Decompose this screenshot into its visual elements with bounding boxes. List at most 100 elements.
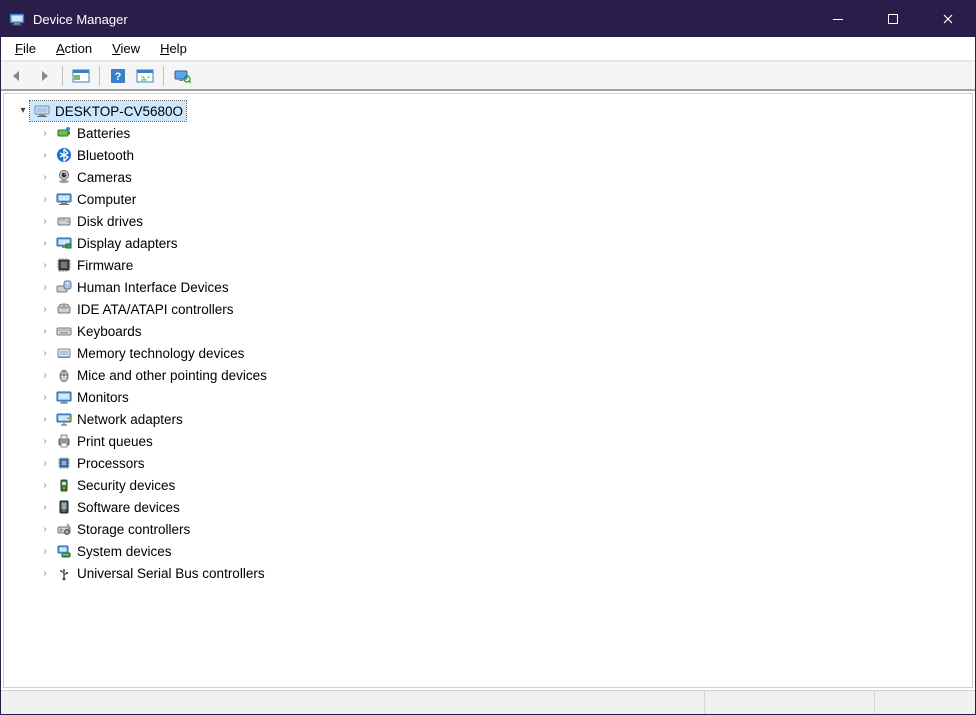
tree-node-label: Software devices xyxy=(77,500,180,515)
window-title: Device Manager xyxy=(33,12,810,27)
menu-action[interactable]: Action xyxy=(48,39,100,58)
expander-icon[interactable]: › xyxy=(38,304,52,315)
expander-icon[interactable]: › xyxy=(38,502,52,513)
expander-icon[interactable]: › xyxy=(38,370,52,381)
monitor-icon xyxy=(55,388,73,406)
status-cell xyxy=(705,691,875,714)
toolbar-monitors-button[interactable] xyxy=(170,64,194,88)
expander-icon[interactable]: › xyxy=(38,216,52,227)
tree-node-label: Firmware xyxy=(77,258,133,273)
tree-node[interactable]: › Batteries xyxy=(8,122,968,144)
expander-icon[interactable]: › xyxy=(38,348,52,359)
software-icon xyxy=(55,498,73,516)
battery-icon xyxy=(55,124,73,142)
tree-node[interactable]: › Disk drives xyxy=(8,210,968,232)
ide-icon xyxy=(55,300,73,318)
status-cell xyxy=(1,691,705,714)
storage-icon xyxy=(55,520,73,538)
tree-node[interactable]: › Processors xyxy=(8,452,968,474)
menu-help[interactable]: Help xyxy=(152,39,195,58)
tree-node[interactable]: › Cameras xyxy=(8,166,968,188)
expander-icon[interactable]: › xyxy=(38,524,52,535)
tree-node[interactable]: › System devices xyxy=(8,540,968,562)
menu-view[interactable]: View xyxy=(104,39,148,58)
expander-icon[interactable]: › xyxy=(38,458,52,469)
menu-file[interactable]: File xyxy=(7,39,44,58)
tree-node[interactable]: › Bluetooth xyxy=(8,144,968,166)
tree-node-label: Universal Serial Bus controllers xyxy=(77,566,265,581)
security-icon xyxy=(55,476,73,494)
maximize-button[interactable] xyxy=(865,1,920,37)
tree-node-label: Processors xyxy=(77,456,145,471)
keyboard-icon xyxy=(55,322,73,340)
tree-node[interactable]: › Firmware xyxy=(8,254,968,276)
toolbar-back-button[interactable] xyxy=(5,64,29,88)
expander-icon[interactable]: › xyxy=(38,282,52,293)
tree-node[interactable]: › Display adapters xyxy=(8,232,968,254)
tree-root-node[interactable]: ▾ DESKTOP-CV5680O xyxy=(8,100,968,122)
expander-icon[interactable]: › xyxy=(38,326,52,337)
tree-node-label: Memory technology devices xyxy=(77,346,244,361)
tree-node-label: Keyboards xyxy=(77,324,142,339)
statusbar xyxy=(1,690,975,714)
toolbar-show-hide-tree-button[interactable] xyxy=(69,64,93,88)
svg-text:?: ? xyxy=(115,71,122,83)
tree-node[interactable]: › Human Interface Devices xyxy=(8,276,968,298)
tree-node-label: IDE ATA/ATAPI controllers xyxy=(77,302,234,317)
expander-icon[interactable]: › xyxy=(38,194,52,205)
device-tree[interactable]: ▾ DESKTOP-CV5680O › Batteries › Bluetoot… xyxy=(3,93,973,688)
tree-node[interactable]: › Monitors xyxy=(8,386,968,408)
tree-node-label: Batteries xyxy=(77,126,130,141)
device-manager-app-icon xyxy=(9,11,25,27)
tree-node[interactable]: › Universal Serial Bus controllers xyxy=(8,562,968,584)
computer-root-icon xyxy=(33,102,51,120)
tree-node-label: System devices xyxy=(77,544,172,559)
tree-node[interactable]: › Print queues xyxy=(8,430,968,452)
tree-node[interactable]: › IDE ATA/ATAPI controllers xyxy=(8,298,968,320)
expander-icon[interactable]: › xyxy=(38,480,52,491)
tree-node[interactable]: › Storage controllers xyxy=(8,518,968,540)
tree-node-label: Mice and other pointing devices xyxy=(77,368,267,383)
bluetooth-icon xyxy=(55,146,73,164)
status-cell xyxy=(875,691,975,714)
expander-icon[interactable]: › xyxy=(38,172,52,183)
expander-icon[interactable]: › xyxy=(38,392,52,403)
expander-icon[interactable]: › xyxy=(38,238,52,249)
toolbar-forward-button[interactable] xyxy=(32,64,56,88)
tree-node-label: DESKTOP-CV5680O xyxy=(55,104,183,119)
minimize-button[interactable] xyxy=(810,1,865,37)
tree-node[interactable]: › Memory technology devices xyxy=(8,342,968,364)
computer-icon xyxy=(55,190,73,208)
tree-node-label: Disk drives xyxy=(77,214,143,229)
tree-node-label: Network adapters xyxy=(77,412,183,427)
titlebar: Device Manager xyxy=(1,1,975,37)
tree-node[interactable]: › Computer xyxy=(8,188,968,210)
expander-icon[interactable]: › xyxy=(38,260,52,271)
tree-node[interactable]: › Network adapters xyxy=(8,408,968,430)
hid-icon xyxy=(55,278,73,296)
menubar: File Action View Help xyxy=(1,37,975,61)
tree-node[interactable]: › Mice and other pointing devices xyxy=(8,364,968,386)
tree-node[interactable]: › Software devices xyxy=(8,496,968,518)
printer-icon xyxy=(55,432,73,450)
camera-icon xyxy=(55,168,73,186)
expander-icon[interactable]: › xyxy=(38,546,52,557)
expander-icon[interactable]: › xyxy=(38,568,52,579)
tree-node[interactable]: › Keyboards xyxy=(8,320,968,342)
toolbar-separator xyxy=(163,66,164,86)
tree-node[interactable]: › Security devices xyxy=(8,474,968,496)
system-icon xyxy=(55,542,73,560)
expander-icon[interactable]: › xyxy=(38,436,52,447)
memory-icon xyxy=(55,344,73,362)
expander-icon[interactable]: › xyxy=(38,150,52,161)
toolbar-separator xyxy=(99,66,100,86)
close-button[interactable] xyxy=(920,1,975,37)
expander-icon[interactable]: › xyxy=(38,414,52,425)
tree-node-label: Bluetooth xyxy=(77,148,134,163)
expander-icon[interactable]: ▾ xyxy=(16,105,30,116)
usb-icon xyxy=(55,564,73,582)
firmware-icon xyxy=(55,256,73,274)
toolbar-help-button[interactable]: ? xyxy=(106,64,130,88)
toolbar-scan-button[interactable] xyxy=(133,64,157,88)
expander-icon[interactable]: › xyxy=(38,128,52,139)
